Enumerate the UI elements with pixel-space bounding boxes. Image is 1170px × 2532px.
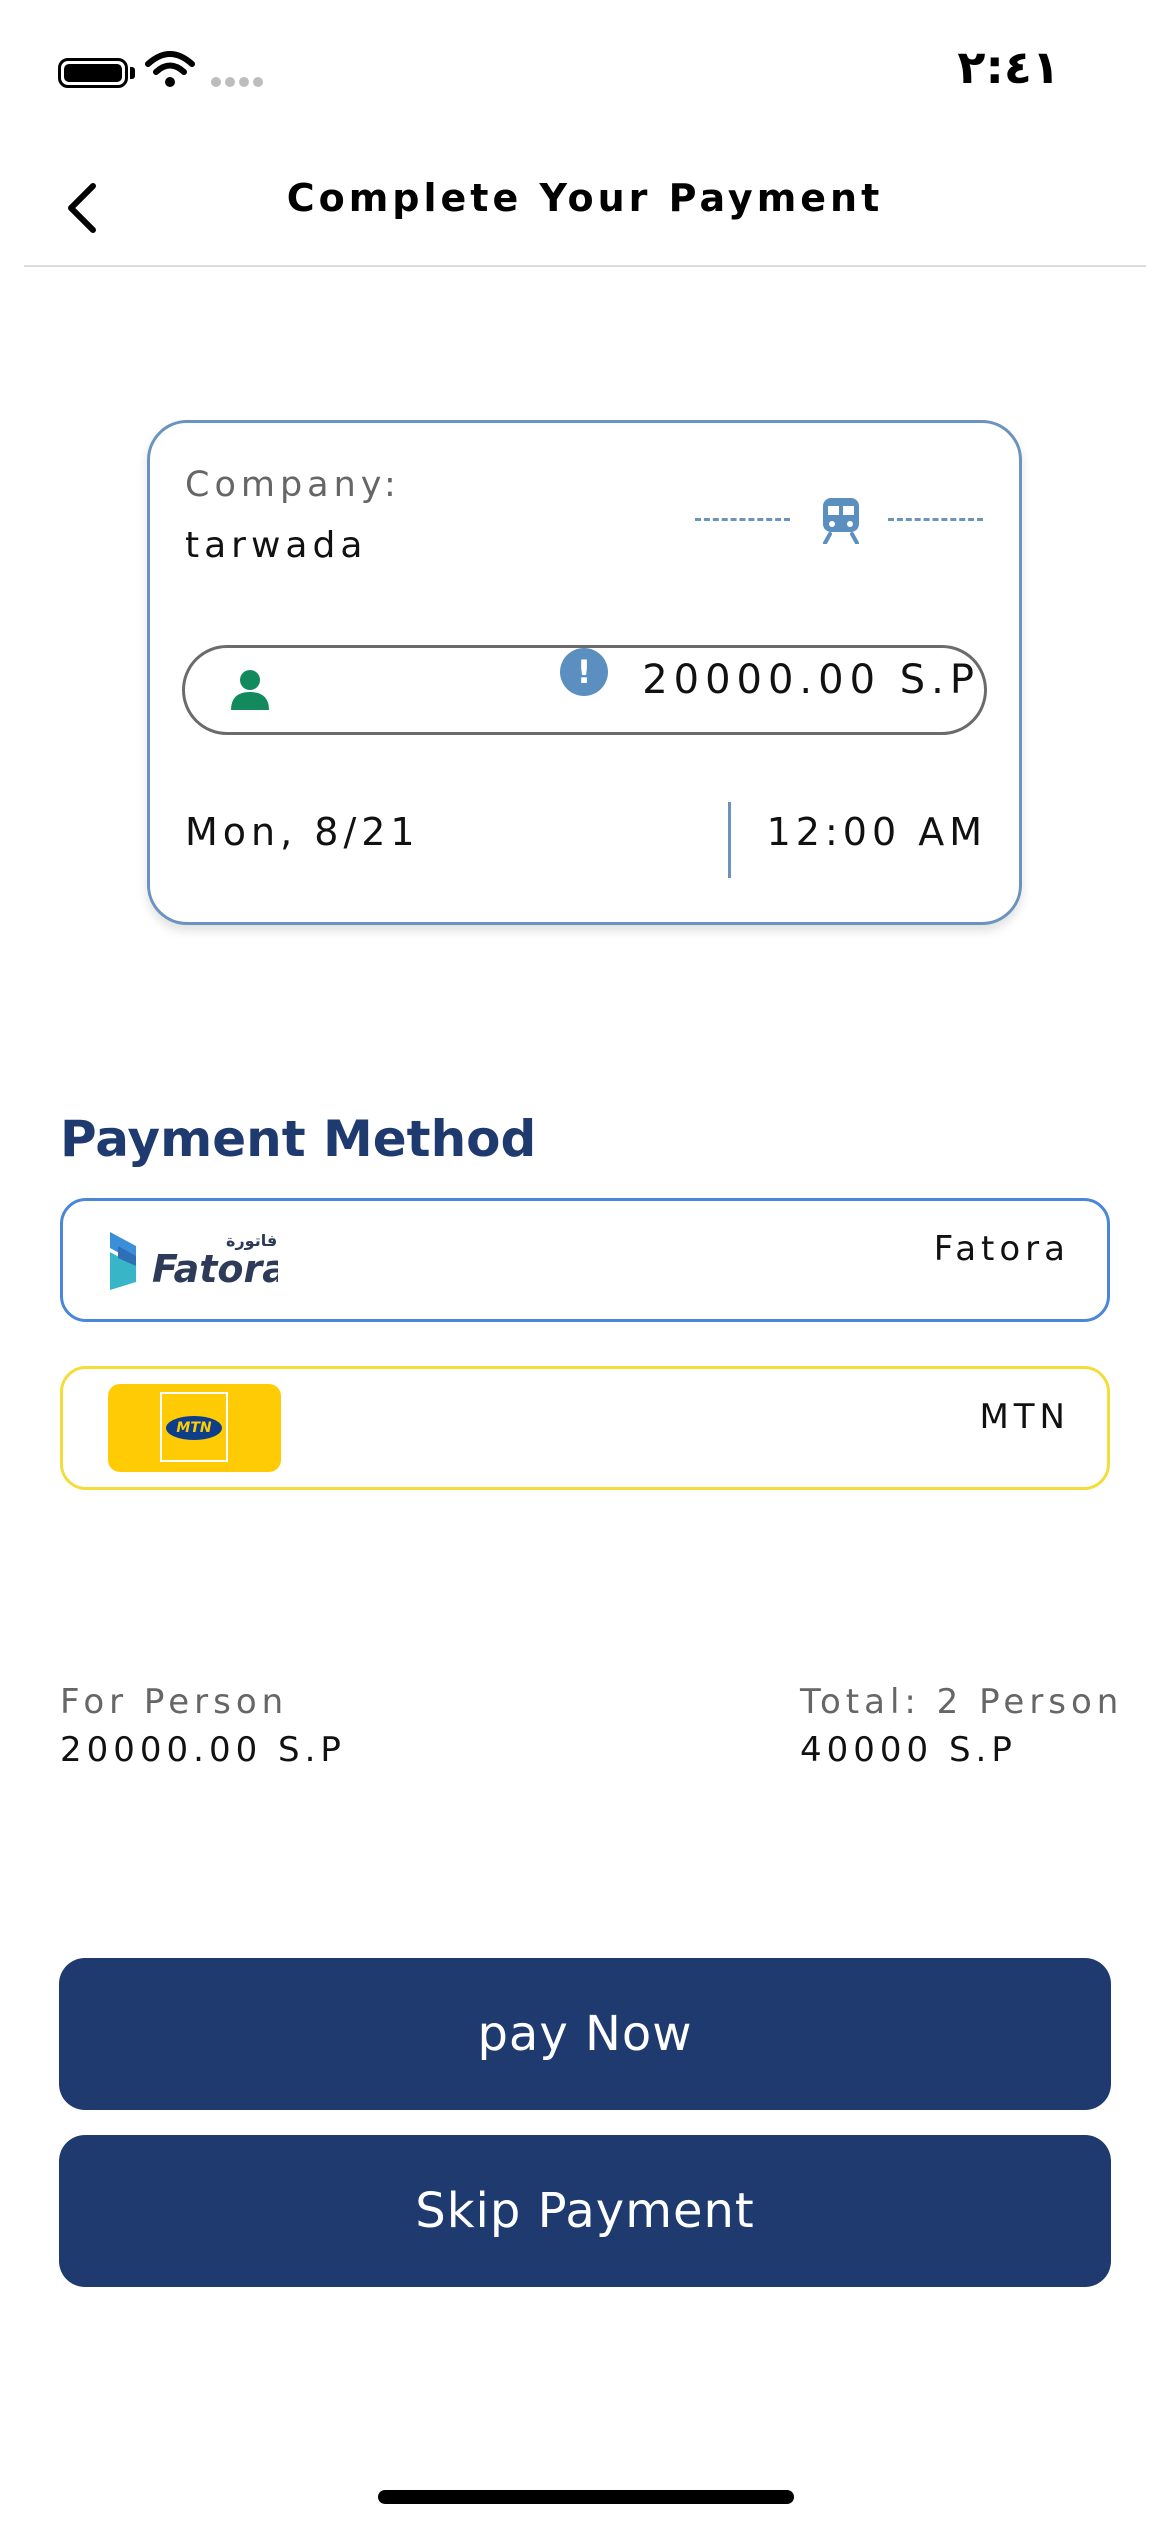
ticket-price: 20000.00 S.P [642,657,980,703]
signal-icon [210,74,266,93]
mtn-logo: MTN [108,1384,281,1472]
trip-date: Mon, 8/21 [185,810,420,854]
battery-icon [58,58,128,88]
wifi-icon [145,50,195,94]
total-label: Total: 2 Person [800,1682,1124,1722]
header-divider [24,265,1146,267]
home-indicator[interactable] [378,2490,794,2504]
date-time-divider [728,802,731,878]
per-person-label: For Person [60,1682,289,1722]
fatora-logo-arabic: فاتورة [226,1231,277,1250]
battery-cap [130,67,135,79]
page-title: Complete Your Payment [286,176,884,220]
per-person-value: 20000.00 S.P [60,1730,346,1770]
payment-method-title: Payment Method [60,1110,537,1168]
route-line-right [888,518,983,521]
fatora-logo: Fatora فاتورة [108,1228,288,1298]
fatora-logo-text: Fatora [152,1247,278,1291]
mtn-label: MTN [979,1397,1070,1437]
company-name: tarwada [185,525,368,566]
pay-now-button[interactable]: pay Now [59,1958,1111,2110]
status-time: ٢:٤١ [957,40,1060,94]
train-icon [820,496,862,548]
route-line-left [695,518,790,521]
person-icon [228,668,272,716]
mtn-logo-text: MTN [166,1416,222,1440]
alert-icon[interactable]: ! [560,648,608,696]
total-value: 40000 S.P [800,1730,1017,1770]
trip-time: 12:00 AM [766,810,987,854]
fatora-label: Fatora [933,1229,1070,1269]
company-label: Company: [185,465,401,505]
skip-payment-button[interactable]: Skip Payment [59,2135,1111,2287]
